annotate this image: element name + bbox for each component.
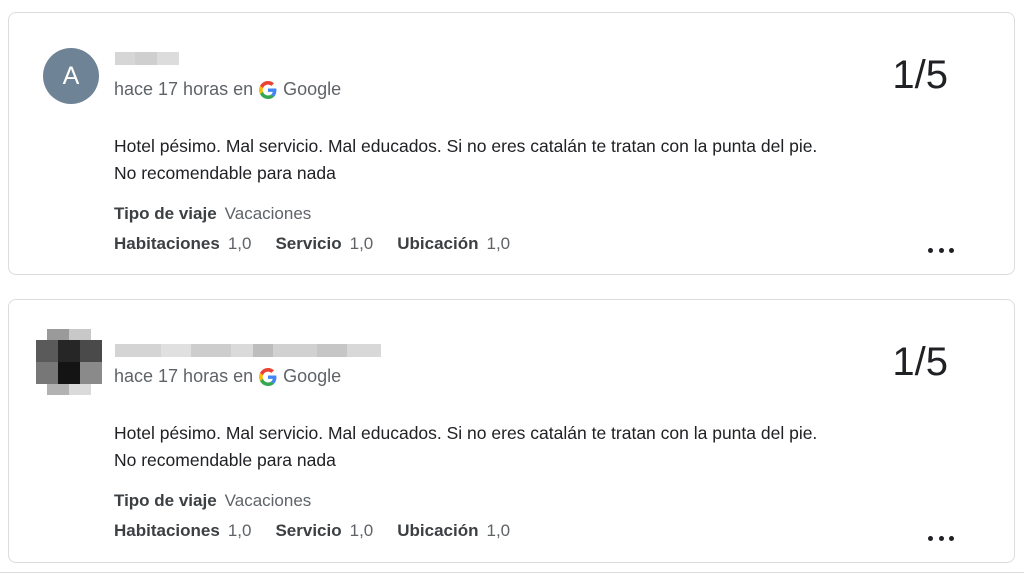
review-text: Hotel pésimo. Mal servicio. Mal educados… [114, 420, 974, 474]
rooms-label: Habitaciones [114, 234, 220, 253]
review-source[interactable]: Google [283, 366, 341, 387]
review-text: Hotel pésimo. Mal servicio. Mal educados… [114, 133, 974, 187]
service-value: 1,0 [349, 521, 374, 540]
reviewer-name-redacted [115, 344, 381, 357]
rooms-label: Habitaciones [114, 521, 220, 540]
trip-type-row: Tipo de viaje Vacaciones [114, 491, 311, 511]
location-value: 1,0 [486, 234, 511, 253]
divider [0, 572, 1024, 573]
trip-type-value: Vacaciones [224, 204, 312, 223]
google-g-icon [259, 367, 277, 386]
service-label: Servicio [275, 521, 342, 540]
review-card: hace 17 horas en Google 1/5 Hotel pésimo… [8, 299, 1015, 563]
service-value: 1,0 [349, 234, 374, 253]
review-text-line: Hotel pésimo. Mal servicio. Mal educados… [114, 423, 818, 443]
trip-type-row: Tipo de viaje Vacaciones [114, 204, 311, 224]
more-options-icon[interactable] [928, 245, 954, 255]
review-time: hace 17 horas en [114, 79, 254, 99]
trip-type-label: Tipo de viaje [114, 204, 217, 223]
avatar-letter: A [62, 61, 80, 90]
rooms-value: 1,0 [227, 521, 252, 540]
google-g-icon [259, 80, 277, 99]
trip-type-value: Vacaciones [224, 491, 312, 510]
review-card: A hace 17 horas en Google 1/5 Hotel pési… [8, 12, 1015, 275]
location-label: Ubicación [397, 521, 479, 540]
trip-type-label: Tipo de viaje [114, 491, 217, 510]
review-text-line: Hotel pésimo. Mal servicio. Mal educados… [114, 136, 818, 156]
avatar[interactable]: A [43, 48, 99, 104]
sub-ratings-row: Habitaciones 1,0 Servicio 1,0 Ubicación 1,0 [114, 521, 510, 541]
location-value: 1,0 [486, 521, 511, 540]
rooms-value: 1,0 [227, 234, 252, 253]
review-time: hace 17 horas en [114, 366, 254, 386]
review-source[interactable]: Google [283, 79, 341, 100]
sub-ratings-row: Habitaciones 1,0 Servicio 1,0 Ubicación 1,0 [114, 234, 510, 254]
avatar[interactable] [36, 329, 102, 395]
review-meta: hace 17 horas en Google [114, 366, 341, 387]
review-rating: 1/5 [892, 53, 948, 97]
service-label: Servicio [275, 234, 342, 253]
reviewer-name-redacted [115, 52, 179, 65]
review-text-line: No recomendable para nada [114, 163, 336, 183]
review-text-line: No recomendable para nada [114, 450, 336, 470]
more-options-icon[interactable] [928, 533, 954, 543]
location-label: Ubicación [397, 234, 479, 253]
review-rating: 1/5 [892, 340, 948, 384]
review-meta: hace 17 horas en Google [114, 79, 341, 100]
